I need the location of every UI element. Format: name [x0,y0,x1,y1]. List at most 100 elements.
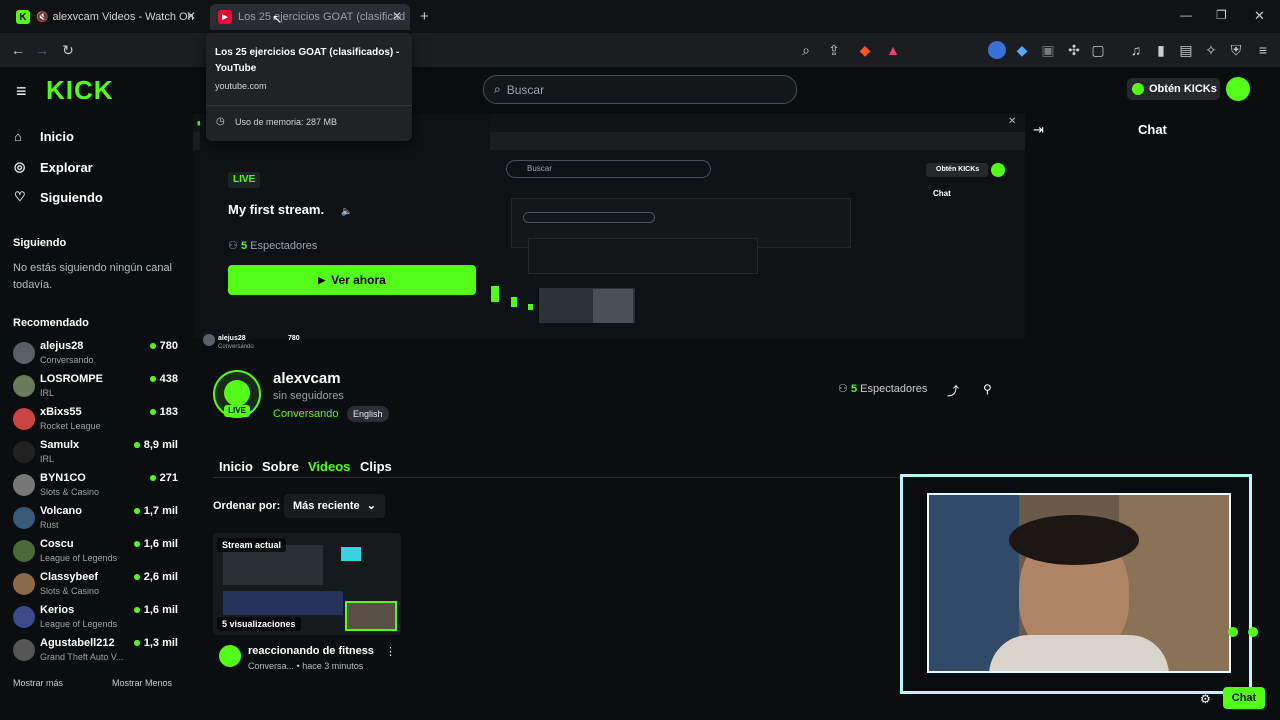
video-title[interactable]: reaccionando de fitness [248,645,374,657]
thumb-webcam [345,601,397,631]
leo-ai-icon[interactable]: ✧ [1203,42,1219,59]
following-empty-text: No estás siguiendo ningún canal todavía. [13,262,173,291]
media-icon[interactable]: ♫ [1128,42,1144,58]
sidebar-icon[interactable]: ▮ [1153,42,1169,59]
recommended-channel[interactable]: xBixs55 Rocket League 183 [13,406,183,439]
volume-icon[interactable]: 🔈 [341,206,352,217]
channel-category: Slots & Casino [40,487,100,497]
back-icon[interactable]: ← [10,42,26,58]
nested-kicks: Obtén KICKs [926,163,988,177]
sidebar-item-label: Siguiendo [40,189,103,205]
live-dot-icon [133,442,140,449]
mute-icon[interactable]: 🔇 [36,12,48,23]
watch-now-button[interactable]: ▶ Ver ahora [228,265,476,295]
restore-icon[interactable]: ❐ [1216,8,1227,22]
wallet-icon[interactable]: ▤ [1178,42,1194,59]
channel-name: alejus28 [40,340,84,352]
thumb-content [341,547,361,561]
chat-send-button[interactable]: Chat [1223,687,1265,709]
extensions-puzzle-icon[interactable]: ✣ [1066,42,1082,59]
live-dot-icon [133,541,140,548]
viewer-count: 438 [149,373,178,385]
channel-category: Conversando [40,355,94,365]
translate-icon[interactable] [988,41,1006,59]
sort-select[interactable]: Más reciente ⌄ [284,494,385,518]
share-icon[interactable]: ⇪ [826,42,842,59]
channel-name: Classybeef [40,571,99,583]
menu-icon[interactable]: ≡ [1255,42,1271,58]
tab-kick[interactable]: K 🔇 alexvcam Videos - Watch On ✕ [8,4,204,30]
brave-shield-icon[interactable]: ◆ [857,42,873,59]
heart-icon: ♡ [14,189,26,204]
forward-icon[interactable]: → [34,42,50,58]
recommended-channel[interactable]: BYN1CO Slots & Casino 271 [13,472,183,505]
tab-sobre[interactable]: Sobre [262,459,299,474]
recommended-channel[interactable]: Coscu League of Legends 1,6 mil [13,538,183,571]
nested-rec-category: Conversando [218,344,254,350]
sidebar-item-siguiendo[interactable]: ♡ Siguiendo [14,189,103,205]
extension-icon[interactable]: ▢ [1090,42,1106,59]
video-thumbnail[interactable]: Stream actual 5 visualizaciones [213,533,401,635]
window-close-icon[interactable]: ✕ [1254,8,1265,24]
home-icon: ⌂ [14,129,22,144]
channel-name: Volcano [40,505,82,517]
collapse-chat-icon[interactable]: ⇥ [1033,122,1044,138]
channel-name: Kerios [40,604,75,616]
live-card-viewer-number: 5 [240,240,248,252]
gear-icon[interactable]: ⚙ [1200,692,1211,706]
tab-videos[interactable]: Videos [308,459,350,474]
avatar [13,474,35,496]
hamburger-icon[interactable]: ≡ [16,81,27,102]
search-input[interactable]: ⌕ Buscar [483,75,797,104]
recommended-channel[interactable]: Kerios League of Legends 1,6 mil [13,604,183,637]
nested-rec-name: alejus28 [218,335,246,342]
recommended-channel[interactable]: Volcano Rust 1,7 mil [13,505,183,538]
get-kicks-button[interactable]: Obtén KICKs [1127,78,1220,100]
new-tab-icon[interactable]: + [420,8,429,25]
tab-youtube[interactable]: ▶ Los 25 ejercicios GOAT (clasificad ✕ [210,4,410,30]
recommended-channel[interactable]: Agustabell212 Grand Theft Auto V... 1,3 mi… [13,637,183,670]
channel-category: Slots & Casino [40,586,100,596]
recommended-channel[interactable]: LOSROMPE IRL 438 [13,373,183,406]
avatar [13,639,35,661]
close-icon[interactable]: ✕ [186,9,196,23]
channel-name: alexvcam [273,370,341,387]
extension-icon[interactable]: ◆ [1014,42,1030,59]
compass-icon: ◎ [14,159,26,174]
show-less-link[interactable]: Mostrar Menos [112,678,172,688]
zoom-icon[interactable]: ⌕ [798,42,814,59]
recommended-channel[interactable]: alejus28 Conversando 780 [13,340,183,373]
share-icon[interactable]: ⤴ [947,382,959,399]
tab-inicio[interactable]: Inicio [219,459,253,474]
show-more-link[interactable]: Mostrar más [13,678,63,688]
sidebar-item-inicio[interactable]: ⌂ Inicio [14,129,74,144]
viewer-count: 1,6 mil [133,538,178,550]
tab-label: alexvcam Videos - Watch On [52,11,194,23]
channel-category[interactable]: Conversando [273,408,338,420]
search-placeholder: Buscar [506,82,545,97]
stream-badge: Stream actual [217,538,287,552]
sidebar-item-explorar[interactable]: ◎ Explorar [14,159,93,175]
close-icon[interactable]: ✕ [392,9,402,23]
avatar [13,573,35,595]
minimize-icon[interactable]: — [1180,8,1192,22]
recommended-channel[interactable]: Classybeef Slots & Casino 2,6 mil [13,571,183,604]
tab-clips[interactable]: Clips [360,459,392,474]
more-options-icon[interactable]: ⋮ [385,645,396,658]
nested-webcam-thumb [593,289,633,323]
recommended-channel[interactable]: Samulx IRL 8,9 mil [13,439,183,472]
reload-icon[interactable]: ↻ [60,42,76,59]
vpn-icon[interactable]: ⛨ [1228,42,1244,59]
follow-icon[interactable]: ⚲ [983,382,992,396]
brave-rewards-icon[interactable]: ▲ [885,42,901,58]
avatar[interactable] [1226,77,1250,101]
language-tag[interactable]: English [347,406,389,422]
nested-chat-title: Chat [933,189,951,198]
viewer-count: 271 [149,472,178,484]
sidebar-item-label: Explorar [40,159,93,175]
kick-logo[interactable]: KICK [46,75,114,106]
live-dot-icon [133,574,140,581]
video-channel-avatar[interactable] [219,645,241,667]
video-category: Conversa... [248,661,295,671]
extension-icon[interactable]: ▣ [1040,42,1056,59]
